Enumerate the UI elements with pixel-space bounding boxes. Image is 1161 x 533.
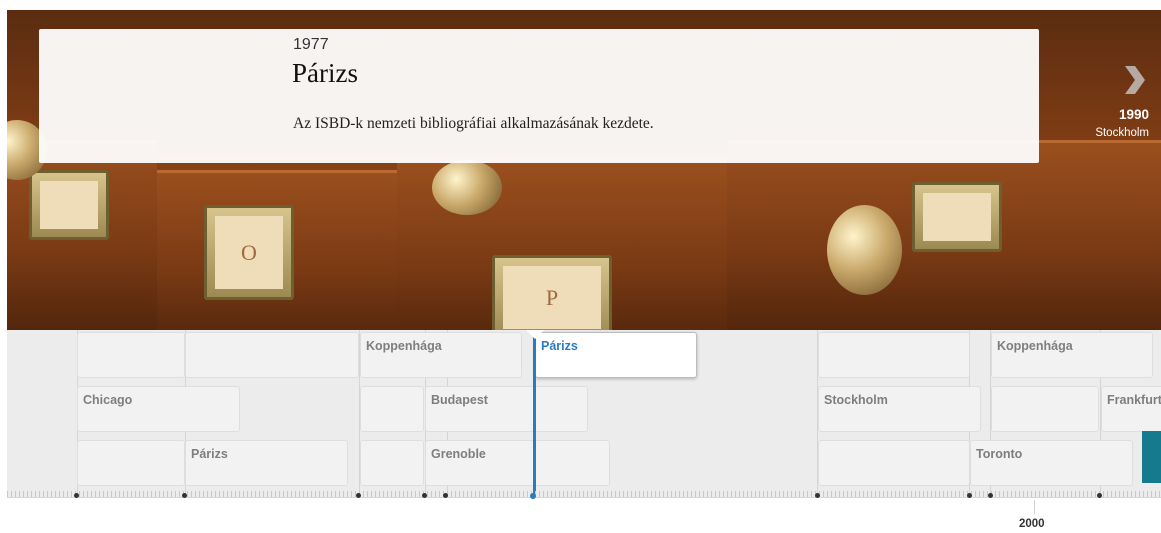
marker-label: Párizs: [191, 447, 228, 461]
drawer-label-plate: O: [204, 205, 294, 300]
current-position-notch: [526, 330, 544, 339]
marker-label: Párizs: [541, 339, 578, 353]
marker-label: Koppenhága: [997, 339, 1073, 353]
drawer-label-plate: [29, 170, 109, 240]
timeline-marker[interactable]: [818, 332, 970, 378]
timeline-marker-grenoble[interactable]: Grenoble: [425, 440, 610, 486]
slide-title: Párizs: [292, 58, 358, 88]
marker-label: Koppenhága: [366, 339, 442, 353]
event-dot[interactable]: [443, 493, 448, 498]
event-dot[interactable]: [422, 493, 427, 498]
event-dot[interactable]: [988, 493, 993, 498]
timeline-marker[interactable]: [77, 332, 185, 378]
drawer-knob: [432, 160, 502, 215]
next-slide-button[interactable]: 1990 Stockholm: [1088, 60, 1161, 150]
marker-label: Chicago: [83, 393, 133, 407]
timeline-marker-chicago[interactable]: Chicago: [77, 386, 240, 432]
marker-label: Frankfurt: [1107, 393, 1161, 407]
drawer-label-plate: [912, 182, 1002, 252]
slide-description: Az ISBD-k nemzeti bibliográfiai alkalmaz…: [293, 115, 654, 132]
era-tick: [1034, 500, 1035, 514]
event-dot-active[interactable]: [530, 493, 536, 499]
timeline-marker[interactable]: [77, 440, 185, 486]
marker-label: Toronto: [976, 447, 1023, 461]
marker-label: Stockholm: [824, 393, 888, 407]
event-dot[interactable]: [967, 493, 972, 498]
timeline-marker-koppenhaga[interactable]: Koppenhága: [360, 332, 522, 378]
drawer-knob: [827, 205, 902, 295]
slide-year: 1977: [293, 36, 329, 53]
timeline-marker[interactable]: [818, 440, 970, 486]
event-dot[interactable]: [815, 493, 820, 498]
timeline-marker-koppenhaga[interactable]: Koppenhága: [991, 332, 1153, 378]
timeline-marker-parizs-active[interactable]: Párizs: [535, 332, 697, 378]
next-slide-year: 1990: [1118, 107, 1149, 122]
era-label: 2000: [1019, 518, 1045, 530]
timeline-marker[interactable]: [991, 386, 1099, 432]
marker-label: Budapest: [431, 393, 488, 407]
timeline-marker[interactable]: [185, 332, 359, 378]
timeline-marker-toronto[interactable]: Toronto: [970, 440, 1133, 486]
drawer-label-plate: P: [492, 255, 612, 330]
event-dot[interactable]: [182, 493, 187, 498]
next-slide-place: Stockholm: [1095, 127, 1149, 139]
timeline-marker[interactable]: [360, 386, 424, 432]
timeline-side-tab[interactable]: [1142, 431, 1161, 483]
event-dot[interactable]: [1097, 493, 1102, 498]
timeline-marker-parizs[interactable]: Párizs: [185, 440, 348, 486]
marker-label: Grenoble: [431, 447, 486, 461]
timeline-marker-frankfurt[interactable]: Frankfurt: [1101, 386, 1161, 432]
timeline-nav[interactable]: Koppenhága Párizs Koppenhága Chicago Bud…: [7, 330, 1161, 497]
timeline-marker-stockholm[interactable]: Stockholm: [818, 386, 981, 432]
timeline-marker[interactable]: [360, 440, 424, 486]
slide-text-card: 1977 Párizs Az ISBD-k nemzeti bibliográf…: [39, 29, 1039, 163]
current-position-line: [533, 330, 536, 497]
event-dot[interactable]: [356, 493, 361, 498]
timeline-marker-budapest[interactable]: Budapest: [425, 386, 588, 432]
event-dot[interactable]: [74, 493, 79, 498]
chevron-right-icon: [1125, 66, 1145, 94]
